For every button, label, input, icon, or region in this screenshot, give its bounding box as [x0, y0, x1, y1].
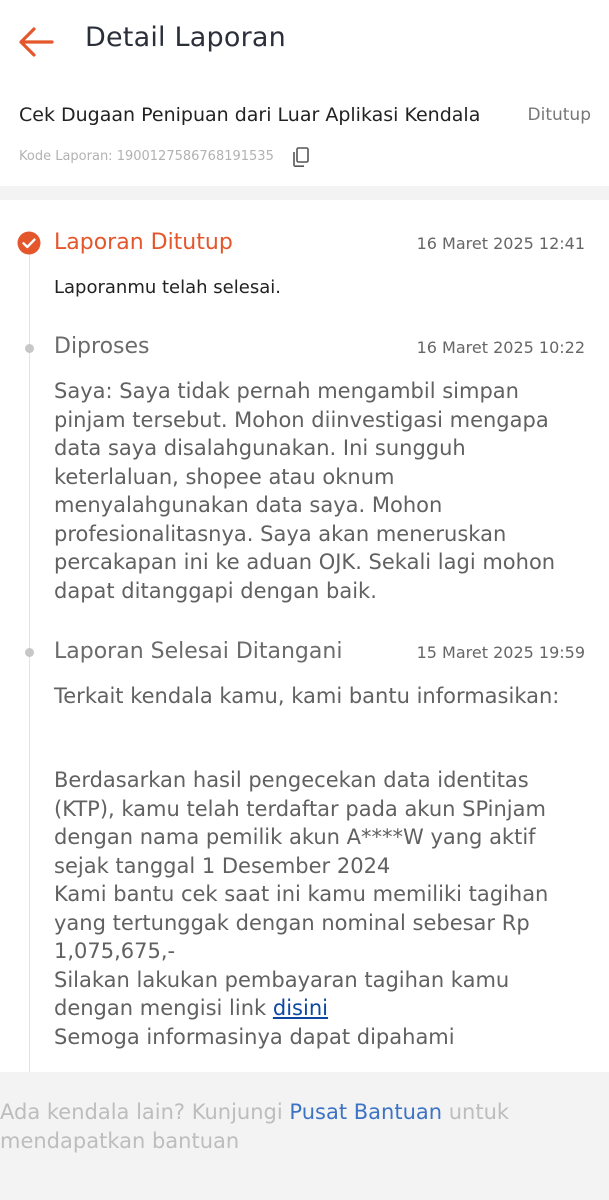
- closing-text: Semoga informasinya dapat dipahami: [54, 1024, 455, 1049]
- check-circle-icon: [17, 231, 41, 255]
- timeline-dot-icon: [25, 344, 34, 353]
- timeline-title: Laporan Ditutup: [54, 230, 233, 255]
- app-bar: Detail Laporan: [0, 0, 609, 84]
- timeline-desc: Berdasarkan hasil pengecekan data identi…: [54, 766, 574, 1051]
- timeline-line: [29, 252, 30, 1072]
- copy-icon[interactable]: [291, 146, 311, 168]
- timeline-title: Diproses: [54, 334, 150, 359]
- report-status-badge: Ditutup: [527, 105, 591, 125]
- help-center-link[interactable]: Pusat Bantuan: [289, 1100, 442, 1124]
- report-code: Kode Laporan: 1900127586768191535: [19, 149, 274, 164]
- timeline-time: 15 Maret 2025 19:59: [416, 643, 585, 662]
- timeline-intro: Terkait kendala kamu, kami bantu informa…: [54, 684, 560, 708]
- timeline-time: 16 Maret 2025 10:22: [416, 338, 585, 357]
- payment-link[interactable]: disini: [273, 996, 328, 1020]
- outstanding-bill-text: Kami bantu cek saat ini kamu memiliki ta…: [54, 882, 549, 963]
- report-header: Cek Dugaan Penipuan dari Luar Aplikasi K…: [0, 84, 609, 186]
- help-footer: Ada kendala lain? Kunjungi Pusat Bantuan…: [0, 1072, 609, 1200]
- section-divider: [0, 186, 609, 200]
- timeline-title: Laporan Selesai Ditangani: [54, 639, 343, 664]
- timeline-time: 16 Maret 2025 12:41: [416, 234, 585, 253]
- timeline-dot-icon: [25, 648, 34, 657]
- arrow-left-icon[interactable]: [14, 20, 58, 64]
- timeline-desc: Saya: Saya tidak pernah mengambil simpan…: [54, 379, 556, 603]
- status-timeline: Laporan Ditutup 16 Maret 2025 12:41 Lapo…: [0, 200, 609, 1072]
- help-footer-text: Ada kendala lain? Kunjungi Pusat Bantuan…: [0, 1098, 560, 1156]
- page-title: Detail Laporan: [85, 22, 286, 53]
- identity-check-text: Berdasarkan hasil pengecekan data identi…: [54, 768, 546, 878]
- payment-instruction: Silakan lakukan pembayaran tagihan kamu …: [54, 966, 574, 1023]
- help-prefix: Ada kendala lain? Kunjungi: [0, 1100, 283, 1124]
- timeline-desc: Laporanmu telah selesai.: [54, 277, 281, 298]
- report-title: Cek Dugaan Penipuan dari Luar Aplikasi K…: [19, 104, 481, 126]
